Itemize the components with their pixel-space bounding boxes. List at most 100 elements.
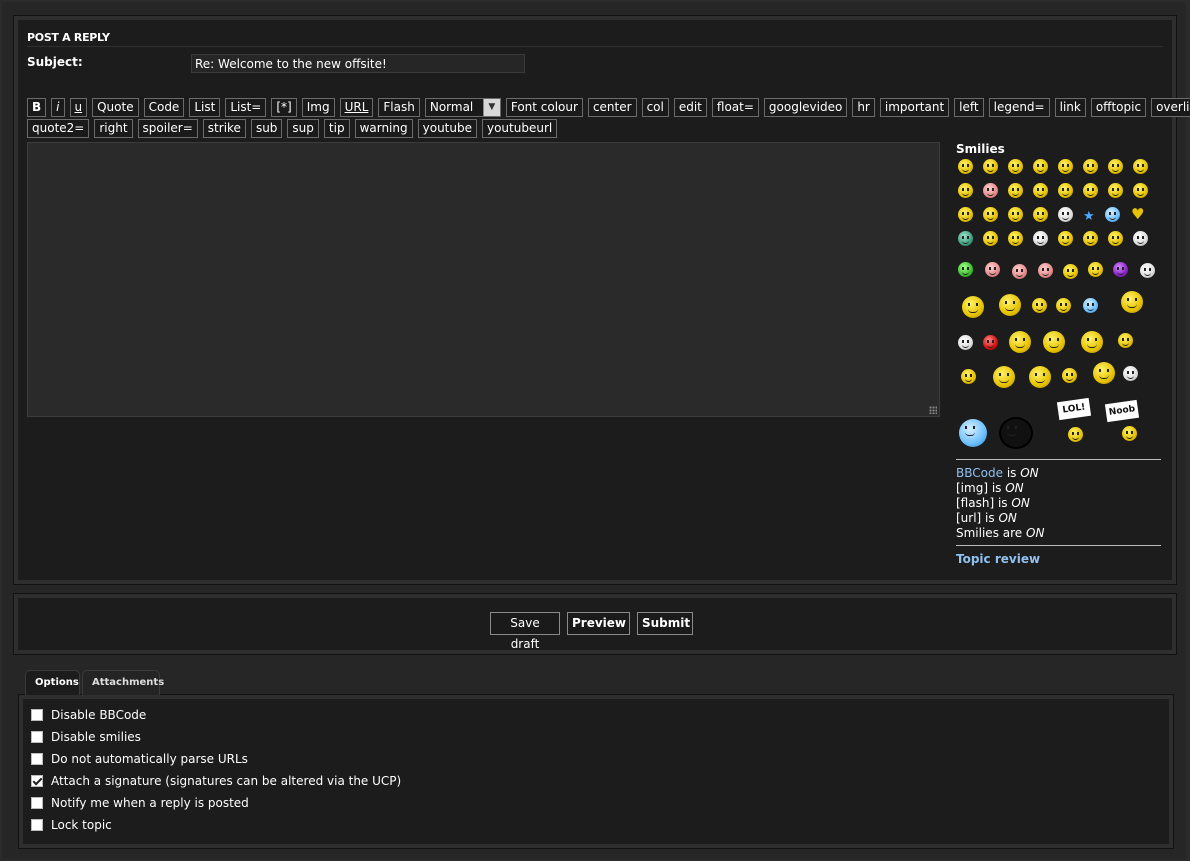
quote2-button[interactable]: quote2=	[27, 119, 90, 138]
smiley-icon[interactable]	[1062, 368, 1077, 383]
youtube-button[interactable]: youtube	[417, 119, 477, 138]
smiley-icon[interactable]	[1008, 231, 1023, 246]
smiley-icon[interactable]	[1058, 231, 1073, 246]
smiley-icon[interactable]	[1133, 231, 1148, 246]
strike-button[interactable]: strike	[202, 119, 246, 138]
img-button[interactable]: Img	[301, 98, 335, 117]
topic-review-link[interactable]: Topic review	[956, 552, 1040, 566]
sup-button[interactable]: sup	[287, 119, 319, 138]
smiley-icon[interactable]	[1118, 333, 1133, 348]
smiley-icon[interactable]	[1008, 159, 1023, 174]
option-lock-topic[interactable]: Lock topic	[31, 818, 112, 832]
lock-topic-checkbox[interactable]	[31, 819, 43, 831]
right-button[interactable]: right	[94, 119, 133, 138]
googlevideo-button[interactable]: googlevideo	[763, 98, 848, 117]
notify-reply-checkbox[interactable]	[31, 797, 43, 809]
smiley-icon[interactable]	[1133, 183, 1148, 198]
warning-button[interactable]: warning	[354, 119, 413, 138]
attach-signature-checkbox[interactable]	[31, 775, 43, 787]
smiley-icon[interactable]	[1083, 159, 1098, 174]
smiley-icon[interactable]	[993, 366, 1015, 388]
smiley-icon[interactable]	[1033, 231, 1048, 246]
option-disable-bbcode[interactable]: Disable BBCode	[31, 708, 146, 722]
preview-button[interactable]: Preview	[567, 612, 630, 635]
smiley-icon[interactable]	[1133, 159, 1148, 174]
spoiler-button[interactable]: spoiler=	[137, 119, 198, 138]
flash-button[interactable]: Flash	[378, 98, 420, 117]
smiley-icon[interactable]	[1033, 207, 1048, 222]
smiley-icon[interactable]	[1083, 183, 1098, 198]
smiley-icon[interactable]	[1033, 159, 1048, 174]
save-draft-button[interactable]: Save draft	[490, 612, 560, 651]
bunny-smiley-icon[interactable]	[958, 335, 973, 350]
smiley-icon[interactable]	[1008, 183, 1023, 198]
smiley-icon[interactable]	[1056, 298, 1071, 313]
smiley-icon[interactable]	[1058, 183, 1073, 198]
smiley-icon[interactable]	[1122, 426, 1137, 441]
afro-smiley-icon[interactable]	[1001, 419, 1031, 447]
italic-button[interactable]: i	[51, 98, 65, 117]
subject-input[interactable]: Re: Welcome to the new offsite!	[191, 54, 525, 73]
smiley-icon[interactable]	[1123, 366, 1138, 381]
bold-button[interactable]: B	[27, 98, 47, 117]
font-colour-button[interactable]: Font colour	[505, 98, 583, 117]
hr-button[interactable]: hr	[852, 98, 875, 117]
disable-bbcode-checkbox[interactable]	[31, 709, 43, 721]
alien-smiley-icon[interactable]	[958, 262, 973, 277]
resize-grip-icon[interactable]	[929, 406, 937, 414]
smiley-icon[interactable]	[958, 231, 973, 246]
smiley-icon[interactable]	[1108, 183, 1123, 198]
smiley-icon[interactable]	[1033, 183, 1048, 198]
list-item-button[interactable]: [*]	[271, 98, 297, 117]
smiley-icon[interactable]	[1108, 231, 1123, 246]
star-icon[interactable]: ★	[1083, 209, 1095, 224]
smiley-icon[interactable]	[958, 159, 973, 174]
smiley-icon[interactable]	[1140, 263, 1155, 278]
reindeer-smiley-icon[interactable]	[1043, 331, 1065, 353]
smiley-icon[interactable]	[1029, 366, 1051, 388]
edit-button[interactable]: edit	[673, 98, 707, 117]
underline-button[interactable]: u	[69, 98, 88, 117]
youtubeurl-button[interactable]: youtubeurl	[481, 119, 558, 138]
list-button[interactable]: List	[189, 98, 221, 117]
smiley-icon[interactable]	[1083, 231, 1098, 246]
no-parse-urls-checkbox[interactable]	[31, 753, 43, 765]
bbcode-link[interactable]: BBCode	[956, 466, 1003, 480]
smiley-icon[interactable]	[1105, 207, 1120, 222]
smiley-icon[interactable]	[962, 296, 984, 318]
smiley-icon[interactable]	[961, 369, 976, 384]
option-disable-smilies[interactable]: Disable smilies	[31, 730, 141, 744]
sun-smiley-icon[interactable]	[1121, 291, 1143, 313]
center-button[interactable]: center	[587, 98, 637, 117]
tab-options[interactable]: Options	[25, 670, 80, 695]
devil-smiley-icon[interactable]	[1113, 262, 1128, 277]
quote-button[interactable]: Quote	[92, 98, 139, 117]
float-button[interactable]: float=	[711, 98, 759, 117]
legend-button[interactable]: legend=	[988, 98, 1050, 117]
smiley-icon[interactable]	[1081, 331, 1103, 353]
flower-smiley-icon[interactable]	[959, 419, 987, 447]
smiley-icon[interactable]	[958, 183, 973, 198]
sleeping-smiley-icon[interactable]	[1083, 298, 1098, 313]
col-button[interactable]: col	[641, 98, 669, 117]
smiley-icon[interactable]	[1063, 264, 1078, 279]
santa-smiley-icon[interactable]	[1009, 331, 1031, 353]
font-size-select[interactable]: Normal ▼	[424, 98, 501, 117]
smiley-icon[interactable]	[1088, 262, 1103, 277]
smiley-icon[interactable]	[1038, 263, 1053, 278]
message-textarea[interactable]	[27, 142, 940, 417]
smiley-icon[interactable]	[1068, 427, 1083, 442]
important-button[interactable]: important	[879, 98, 950, 117]
heart-icon[interactable]: ♥	[1131, 205, 1144, 223]
ordered-list-button[interactable]: List=	[225, 98, 267, 117]
smiley-icon[interactable]	[983, 159, 998, 174]
smiley-icon[interactable]	[999, 294, 1021, 316]
smiley-icon[interactable]	[1012, 264, 1027, 279]
code-button[interactable]: Code	[143, 98, 185, 117]
cherry-smiley-icon[interactable]	[983, 335, 998, 350]
smiley-icon[interactable]	[1032, 298, 1047, 313]
smiley-icon[interactable]	[1058, 207, 1073, 222]
smiley-icon[interactable]	[1108, 159, 1123, 174]
smiley-icon[interactable]	[958, 207, 973, 222]
smiley-icon[interactable]	[1008, 207, 1023, 222]
